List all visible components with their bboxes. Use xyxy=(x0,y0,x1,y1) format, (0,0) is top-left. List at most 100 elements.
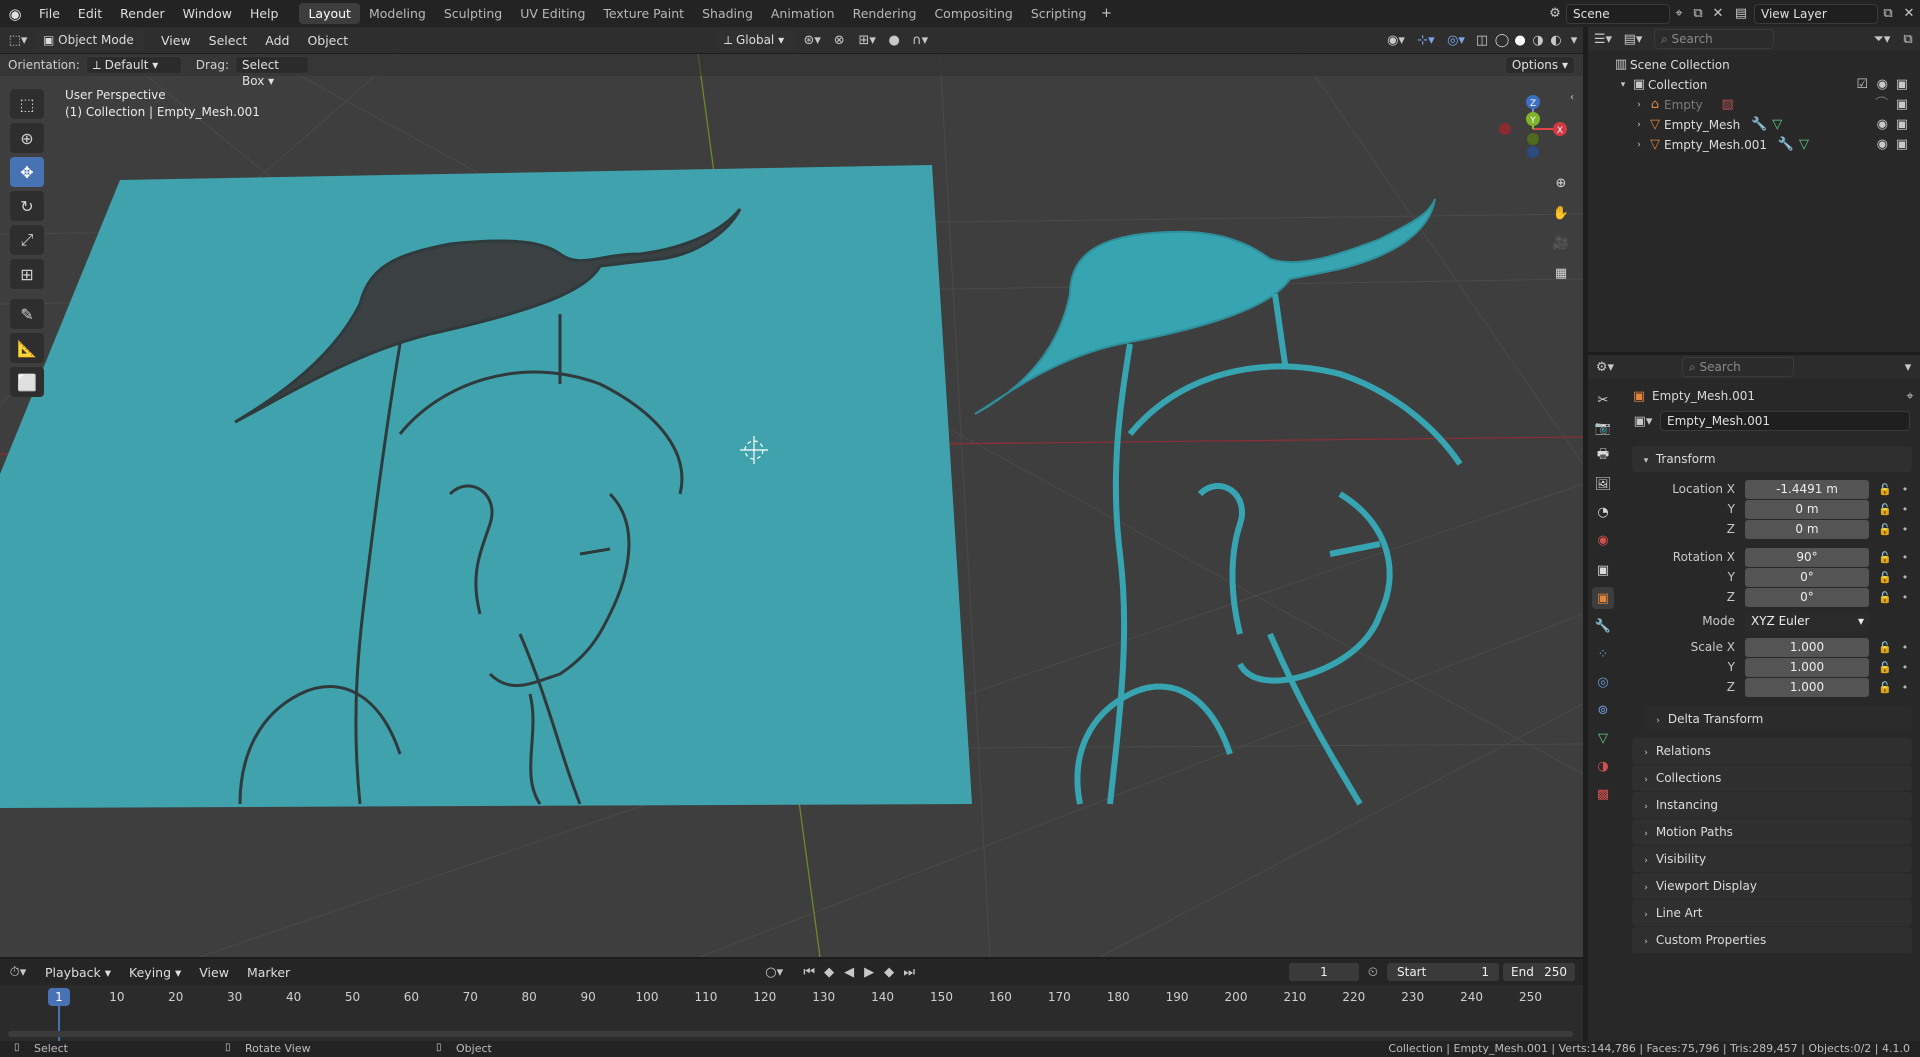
delete-view-layer-icon[interactable]: ✕ xyxy=(1898,6,1920,21)
overlay-icon[interactable]: ◎▾ xyxy=(1441,33,1471,48)
scale-x-keyframe-icon[interactable]: • xyxy=(1899,641,1911,654)
auto-keying-icon[interactable]: ○▾ xyxy=(759,965,789,980)
location-z-field[interactable]: 0 m xyxy=(1745,519,1869,539)
add-workspace-icon[interactable]: + xyxy=(1095,6,1117,21)
start-frame-field[interactable]: Start 1 xyxy=(1387,963,1499,981)
expand-empty-icon[interactable]: › xyxy=(1632,95,1646,115)
empty-mesh-001-render-icon[interactable]: ▣ xyxy=(1896,135,1908,155)
expand-collection-icon[interactable]: ▾ xyxy=(1616,75,1630,95)
shading-rendered-icon[interactable]: ◐ xyxy=(1547,33,1565,48)
rotation-z-field[interactable]: 0° xyxy=(1745,587,1869,607)
menu-add[interactable]: Add xyxy=(256,27,298,54)
object-type-icon[interactable]: ▣▾ xyxy=(1630,414,1656,429)
sidebar-toggle-icon[interactable]: ‹ xyxy=(1570,92,1574,103)
tab-shading[interactable]: Shading xyxy=(693,3,762,24)
options-dropdown[interactable]: Options ▾ xyxy=(1504,56,1575,74)
transform-section[interactable]: ▾ Transform xyxy=(1632,446,1912,472)
add-cube-tool[interactable]: ⬜ xyxy=(10,367,44,397)
scale-x-field[interactable]: 1.000 xyxy=(1745,637,1869,657)
scale-tool[interactable]: ⤢ xyxy=(10,225,44,255)
motion-paths-section[interactable]: › Motion Paths xyxy=(1632,819,1912,845)
tab-scripting[interactable]: Scripting xyxy=(1022,3,1096,24)
expand-empty-mesh-icon[interactable]: › xyxy=(1632,115,1646,135)
empty-mesh-001-visibility-icon[interactable]: ◉ xyxy=(1877,135,1888,155)
menu-playback[interactable]: Playback ▾ xyxy=(36,959,120,986)
current-frame-field[interactable]: 1 xyxy=(1289,963,1359,981)
empty-mesh-render-icon[interactable]: ▣ xyxy=(1896,115,1908,135)
instancing-section[interactable]: › Instancing xyxy=(1632,792,1912,818)
menu-select[interactable]: Select xyxy=(200,27,257,54)
outliner-scene-collection[interactable]: ▥ Scene Collection xyxy=(1588,55,1920,75)
scale-z-field[interactable]: 1.000 xyxy=(1745,677,1869,697)
rotation-y-keyframe-icon[interactable]: • xyxy=(1899,571,1911,584)
jump-keyframe-back-icon[interactable]: ◆ xyxy=(819,965,839,980)
play-icon[interactable]: ▶ xyxy=(859,965,879,980)
falloff-icon[interactable]: ∩▾ xyxy=(905,33,935,48)
view-layer-field[interactable]: View Layer xyxy=(1754,3,1878,24)
tool-tab-icon[interactable]: ✂ xyxy=(1592,389,1614,411)
scene-field[interactable]: Scene xyxy=(1566,3,1670,24)
scene-icon[interactable]: ⚙ xyxy=(1544,6,1566,21)
shading-options-icon[interactable]: ▾ xyxy=(1565,33,1583,48)
select-box-tool[interactable]: ⬚ xyxy=(10,89,44,119)
rotation-x-keyframe-icon[interactable]: • xyxy=(1899,551,1911,564)
location-z-keyframe-icon[interactable]: • xyxy=(1899,523,1911,536)
tab-rendering[interactable]: Rendering xyxy=(844,3,926,24)
menu-window[interactable]: Window xyxy=(174,0,241,27)
menu-edit[interactable]: Edit xyxy=(69,0,111,27)
menu-object[interactable]: Object xyxy=(298,27,357,54)
pin-icon[interactable]: ⌖ xyxy=(1900,389,1920,404)
properties-editor-icon[interactable]: ⚙▾ xyxy=(1588,360,1622,375)
pan-hand-icon[interactable]: ✋ xyxy=(1550,202,1572,224)
scale-x-lock-icon[interactable]: 🔓 xyxy=(1878,641,1892,654)
shading-solid-icon[interactable]: ● xyxy=(1511,33,1529,48)
menu-help[interactable]: Help xyxy=(241,0,288,27)
viewport-scene[interactable] xyxy=(0,54,1583,957)
viewport-display-section[interactable]: › Viewport Display xyxy=(1632,873,1912,899)
scale-y-keyframe-icon[interactable]: • xyxy=(1899,661,1911,674)
scale-y-field[interactable]: 1.000 xyxy=(1745,657,1869,677)
visibility-icon[interactable]: ◉▾ xyxy=(1381,33,1411,48)
new-collection-icon[interactable]: ⧉ xyxy=(1896,32,1920,47)
new-scene-icon[interactable]: ⧉ xyxy=(1688,6,1708,21)
outliner-item-empty-mesh[interactable]: › ▽ Empty_Mesh 🔧 ▽ ◉ ▣ xyxy=(1588,115,1920,135)
menu-keying[interactable]: Keying ▾ xyxy=(120,959,190,986)
new-view-layer-icon[interactable]: ⧉ xyxy=(1878,6,1898,21)
jump-keyframe-forward-icon[interactable]: ◆ xyxy=(879,965,899,980)
custom-properties-section[interactable]: › Custom Properties xyxy=(1632,927,1912,953)
outliner-search[interactable]: ⌕ Search xyxy=(1654,29,1774,49)
drag-dropdown[interactable]: Select Box ▾ xyxy=(234,56,309,88)
rotation-mode-dropdown[interactable]: XYZ Euler ▾ xyxy=(1745,611,1869,631)
display-mode-icon[interactable]: ▤▾ xyxy=(1618,32,1648,47)
outliner-item-empty-mesh-001[interactable]: › ▽ Empty_Mesh.001 🔧 ▽ ◉ ▣ xyxy=(1588,135,1920,155)
transform-tool[interactable]: ⊞ xyxy=(10,259,44,289)
tab-animation[interactable]: Animation xyxy=(762,3,844,24)
menu-file[interactable]: File xyxy=(30,0,69,27)
mode-dropdown[interactable]: ▣ Object Mode ▾ xyxy=(36,29,144,69)
editor-type-icon[interactable]: ⬚▾ xyxy=(0,33,36,48)
timeline-ruler[interactable]: 10 20 30 40 50 60 70 80 90 100 110 120 130 140 150 160 1… xyxy=(0,985,1583,1041)
3d-viewport[interactable]: User Perspective (1) Collection | Empty_… xyxy=(0,54,1583,957)
jump-end-icon[interactable]: ⏭ xyxy=(899,965,919,980)
delete-scene-icon[interactable]: ✕ xyxy=(1708,6,1728,21)
cursor-tool[interactable]: ⊕ xyxy=(10,123,44,153)
rotation-y-field[interactable]: 0° xyxy=(1745,567,1869,587)
location-x-lock-icon[interactable]: 🔓 xyxy=(1878,483,1892,496)
rotation-y-lock-icon[interactable]: 🔓 xyxy=(1878,571,1892,584)
menu-render[interactable]: Render xyxy=(111,0,174,27)
location-x-field[interactable]: -1.4491 m xyxy=(1745,479,1869,499)
collections-section[interactable]: › Collections xyxy=(1632,765,1912,791)
collection-render-icon[interactable]: ▣ xyxy=(1896,75,1908,95)
scale-y-lock-icon[interactable]: 🔓 xyxy=(1878,661,1892,674)
zoom-icon[interactable]: ⊕ xyxy=(1550,172,1572,194)
render-tab-icon[interactable]: 📷 xyxy=(1592,417,1614,439)
measure-tool[interactable]: 📐 xyxy=(10,333,44,363)
scale-z-lock-icon[interactable]: 🔓 xyxy=(1878,681,1892,694)
navigation-gizmo[interactable]: Z X Y xyxy=(1490,90,1570,170)
gizmo-icon[interactable]: ⊹▾ xyxy=(1411,33,1441,48)
collection-visibility-icon[interactable]: ◉ xyxy=(1877,75,1888,95)
playhead[interactable]: 1 xyxy=(48,988,70,1006)
rotation-z-keyframe-icon[interactable]: • xyxy=(1899,591,1911,604)
filter-icon[interactable]: ⏷▾ xyxy=(1868,32,1896,47)
tab-modeling[interactable]: Modeling xyxy=(360,3,435,24)
